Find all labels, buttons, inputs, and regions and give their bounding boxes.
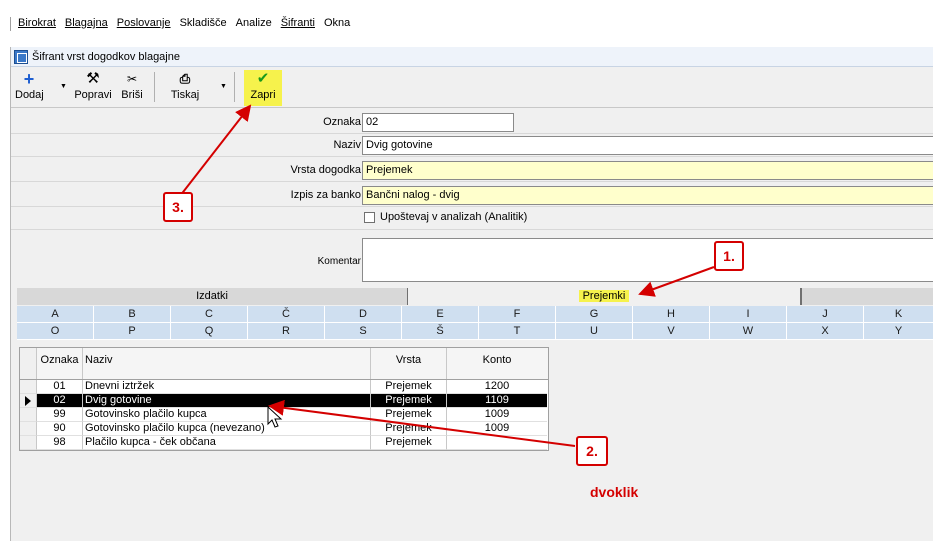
hammer-icon: ⚒ — [86, 70, 100, 87]
tiskaj-dropdown-arrow-icon[interactable]: ▼ — [220, 83, 227, 90]
letter-button[interactable]: U — [556, 323, 633, 340]
popravi-button[interactable]: ⚒ Popravi — [73, 70, 113, 106]
letter-button[interactable]: O — [17, 323, 94, 340]
letter-button[interactable]: V — [633, 323, 710, 340]
tab-other[interactable] — [801, 288, 933, 305]
letter-button[interactable]: D — [325, 306, 402, 323]
tab-prejemki[interactable]: Prejemki — [407, 288, 801, 305]
tiskaj-button[interactable]: ⎙ Tiskaj — [169, 70, 201, 106]
table-row[interactable]: 90 Gotovinsko plačilo kupca (nevezano) P… — [20, 422, 548, 436]
toolbar-separator — [154, 72, 155, 102]
letter-row-1: A B C Č D E F G H I J K — [17, 306, 933, 323]
window-titlebar: Šifrant vrst dogodkov blagajne — [11, 47, 933, 67]
naziv-input[interactable]: Dvig gotovine — [362, 136, 933, 155]
letter-button[interactable]: G — [556, 306, 633, 323]
letter-button[interactable]: I — [710, 306, 787, 323]
header-konto[interactable]: Konto — [447, 348, 547, 379]
step-3-badge: 3. — [163, 192, 193, 222]
letter-button[interactable]: Č — [248, 306, 325, 323]
dodaj-dropdown-arrow-icon[interactable]: ▼ — [60, 83, 67, 90]
letter-button[interactable]: C — [171, 306, 248, 323]
naziv-row: Naziv Dvig gotovine — [11, 135, 933, 157]
vrsta-row: Vrsta dogodka Prejemek — [11, 160, 933, 182]
menu-skladisce[interactable]: Skladišče — [180, 17, 227, 29]
tab-izdatki[interactable]: Izdatki — [17, 288, 407, 305]
letter-button[interactable]: J — [787, 306, 864, 323]
izpis-za-banko-select[interactable]: Bančni nalog - dvig — [362, 186, 933, 205]
events-table: Oznaka Naziv Vrsta Konto 01 Dnevni iztrž… — [19, 347, 549, 451]
table-header: Oznaka Naziv Vrsta Konto — [20, 348, 548, 380]
menu-separator — [10, 17, 11, 31]
row-indicator-header — [20, 348, 37, 379]
menu-blagajna[interactable]: Blagajna — [65, 17, 108, 29]
menu-bar: Birokrat Blagajna Poslovanje Skladišče A… — [0, 0, 933, 44]
scissors-icon: ✂ — [126, 72, 138, 86]
toolbar-separator — [234, 72, 235, 102]
zapri-button[interactable]: ✔ Zapri — [244, 70, 282, 106]
vrsta-dogodka-select[interactable]: Prejemek — [362, 161, 933, 180]
step-2-badge: 2. — [576, 436, 608, 466]
upostevaj-row: Upoštevaj v analizah (Analitik) — [11, 208, 933, 230]
table-row[interactable]: 98 Plačilo kupca - ček občana Prejemek — [20, 436, 548, 450]
letter-button[interactable]: F — [479, 306, 556, 323]
oznaka-label: Oznaka — [323, 116, 361, 128]
letter-button[interactable]: S — [325, 323, 402, 340]
printer-icon: ⎙ — [179, 71, 191, 86]
upostevaj-checkbox[interactable] — [364, 212, 375, 223]
letter-button[interactable]: Q — [171, 323, 248, 340]
brisi-button[interactable]: ✂ Briši — [119, 70, 145, 106]
toolbar: + Dodaj ▼ ⚒ Popravi ✂ Briši ⎙ Tiskaj ▼ ✔… — [11, 68, 933, 108]
upostevaj-label: Upoštevaj v analizah (Analitik) — [380, 211, 528, 223]
menu-items: Birokrat Blagajna Poslovanje Skladišče A… — [18, 17, 350, 29]
menu-poslovanje[interactable]: Poslovanje — [117, 17, 171, 29]
row-pointer-icon — [25, 396, 31, 406]
detail-form: Oznaka 02 Naziv Dvig gotovine Vrsta dogo… — [11, 109, 933, 285]
menu-okna[interactable]: Okna — [324, 17, 350, 29]
plus-icon: + — [23, 69, 35, 89]
dodaj-button[interactable]: + Dodaj — [15, 69, 44, 106]
tab-strip: Izdatki Prejemki — [17, 288, 933, 305]
letter-button[interactable]: B — [94, 306, 171, 323]
letter-button[interactable]: Y — [864, 323, 933, 340]
dvoklik-annotation: dvoklik — [590, 484, 639, 500]
letter-button[interactable]: R — [248, 323, 325, 340]
naziv-label: Naziv — [333, 139, 361, 151]
window-app-icon — [14, 50, 28, 64]
sifrant-window: Šifrant vrst dogodkov blagajne + Dodaj ▼… — [10, 47, 933, 541]
letter-button[interactable]: P — [94, 323, 171, 340]
oznaka-row: Oznaka 02 — [11, 112, 933, 134]
menu-birokrat[interactable]: Birokrat — [18, 17, 56, 29]
window-title: Šifrant vrst dogodkov blagajne — [32, 51, 180, 63]
menu-analize[interactable]: Analize — [236, 17, 272, 29]
table-row-selected[interactable]: 02 Dvig gotovine Prejemek 1109 — [20, 394, 548, 408]
letter-button[interactable]: E — [402, 306, 479, 323]
letter-button[interactable]: W — [710, 323, 787, 340]
letter-row-2: O P Q R S Š T U V W X Y — [17, 323, 933, 340]
izpis-label: Izpis za banko — [290, 189, 361, 201]
step-1-badge: 1. — [714, 241, 744, 271]
izpis-row: Izpis za banko Bančni nalog - dvig — [11, 185, 933, 207]
header-oznaka[interactable]: Oznaka — [37, 348, 83, 379]
header-naziv[interactable]: Naziv — [83, 348, 371, 379]
komentar-label: Komentar — [317, 256, 361, 267]
letter-button[interactable]: K — [864, 306, 933, 323]
letter-button[interactable]: T — [479, 323, 556, 340]
letter-button[interactable]: A — [17, 306, 94, 323]
letter-button[interactable]: H — [633, 306, 710, 323]
table-row[interactable]: 01 Dnevni iztržek Prejemek 1200 — [20, 380, 548, 394]
letter-button[interactable]: X — [787, 323, 864, 340]
tab-prejemki-label: Prejemki — [578, 290, 630, 302]
letter-filter: A B C Č D E F G H I J K O P Q R S Š T U … — [17, 306, 933, 340]
table-row[interactable]: 99 Gotovinsko plačilo kupca Prejemek 100… — [20, 408, 548, 422]
checkmark-icon: ✔ — [256, 70, 270, 87]
komentar-textarea[interactable] — [362, 238, 933, 282]
oznaka-input[interactable]: 02 — [362, 113, 514, 132]
letter-button[interactable]: Š — [402, 323, 479, 340]
menu-sifranti[interactable]: Šifranti — [281, 17, 315, 29]
header-vrsta[interactable]: Vrsta — [371, 348, 447, 379]
vrsta-label: Vrsta dogodka — [290, 164, 361, 176]
